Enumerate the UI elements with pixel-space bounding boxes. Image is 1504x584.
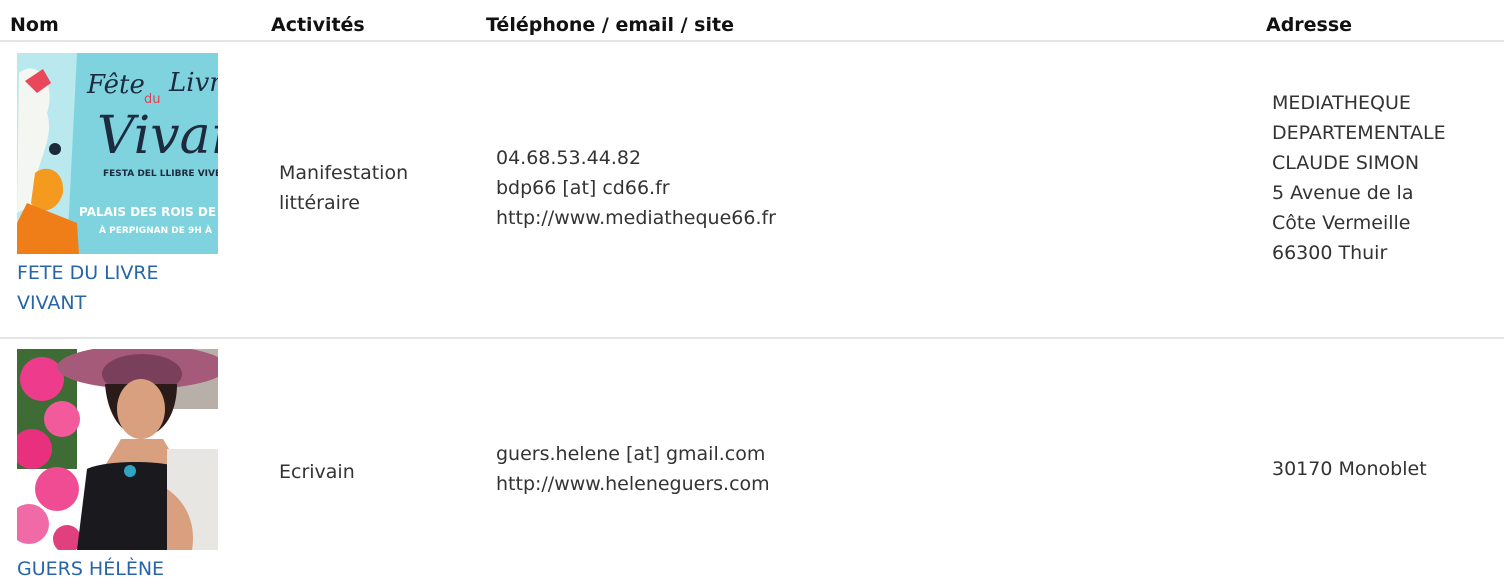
phone-number: 04.68.53.44.82 [496,147,642,169]
email-address: guers.helene [at] gmail.com [496,443,766,465]
svg-text:du: du [144,92,161,107]
svg-text:Livre: Livre [168,68,218,98]
row-name-link[interactable]: GUERS HÉLÈNE [17,554,164,584]
svg-text:FESTA DEL LLIBRE VIVENT: FESTA DEL LLIBRE VIVENT [103,169,218,179]
activity-line: littéraire [279,192,360,214]
svg-text:Fête: Fête [86,70,145,100]
header-divider [0,40,1504,42]
address-line: 5 Avenue de la [1272,182,1414,204]
row-contact: 04.68.53.44.82 bdp66 [at] cd66.fr http:/… [496,143,776,233]
row-address: MEDIATHEQUE DEPARTEMENTALE CLAUDE SIMON … [1272,88,1446,268]
header-contact[interactable]: Téléphone / email / site [486,14,734,36]
svg-text:Vivant: Vivant [97,106,218,166]
website: http://www.mediatheque66.fr [496,207,776,229]
activity-line: Manifestation [279,162,409,184]
svg-text:À PERPIGNAN DE 9H À: À PERPIGNAN DE 9H À [99,224,212,236]
header-activites[interactable]: Activités [271,14,365,36]
header-nom[interactable]: Nom [10,14,59,36]
website: http://www.heleneguers.com [496,473,770,495]
name-line[interactable]: VIVANT [17,288,159,318]
address-line: MEDIATHEQUE [1272,92,1411,114]
row-name-link[interactable]: FETE DU LIVRE VIVANT [17,258,159,318]
address-line: Côte Vermeille [1272,212,1411,234]
svg-text:PALAIS DES ROIS DE MAJORQUE: PALAIS DES ROIS DE MAJORQUE [79,205,218,219]
helene-guers-portrait[interactable] [17,349,218,550]
row-activity: Manifestation littéraire [279,158,408,218]
row-activity: Ecrivain [279,457,355,487]
activity-line: Ecrivain [279,461,355,483]
address-line: 30170 Monoblet [1272,458,1427,480]
address-line: 66300 Thuir [1272,242,1388,264]
address-line: CLAUDE SIMON [1272,152,1420,174]
row-address: 30170 Monoblet [1272,454,1427,484]
row-divider [0,337,1504,339]
header-adresse[interactable]: Adresse [1266,14,1352,36]
address-line: DEPARTEMENTALE [1272,122,1446,144]
row-contact: guers.helene [at] gmail.com http://www.h… [496,439,770,499]
name-line[interactable]: FETE DU LIVRE [17,258,159,288]
name-line[interactable]: GUERS HÉLÈNE [17,554,164,584]
fete-livre-vivant-thumbnail[interactable]: Fête du Livre Vivant FESTA DEL LLIBRE VI… [17,53,218,254]
email-address: bdp66 [at] cd66.fr [496,177,670,199]
